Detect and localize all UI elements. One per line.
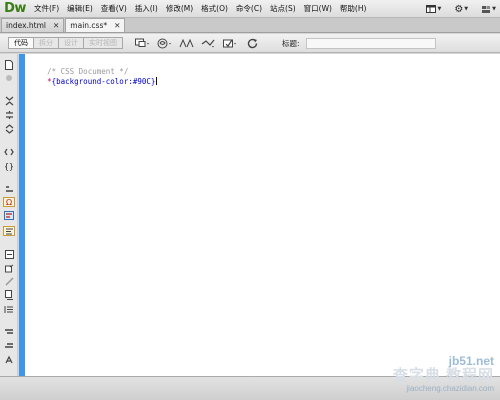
file-management-button[interactable]: [179, 37, 194, 49]
visual-aids-button[interactable]: [223, 37, 238, 49]
menu-help[interactable]: 帮助(H): [336, 3, 371, 14]
code-line-1: /* CSS Document */: [29, 57, 500, 76]
wrap-tag-button[interactable]: [3, 263, 15, 273]
watermark-brand: 查字典 教程网: [392, 367, 494, 384]
code-view-button[interactable]: 代码: [8, 37, 34, 49]
layout-button[interactable]: ▼: [426, 5, 441, 13]
highlight-invalid-code-button[interactable]: Ω: [3, 197, 15, 207]
parent-tag-icon: [4, 148, 14, 156]
refresh-button[interactable]: [245, 37, 260, 49]
gear-icon: ⚙: [454, 3, 464, 15]
balance-braces-button[interactable]: {}: [3, 161, 15, 171]
tab-label: main.css*: [70, 21, 108, 30]
format-source-icon: [5, 343, 13, 348]
visual-aids-icon: [223, 39, 236, 47]
menu-file[interactable]: 文件(F): [30, 3, 63, 14]
wrap-tag-icon: [4, 264, 13, 272]
multiscreen-icon: [135, 38, 149, 47]
multiscreen-button[interactable]: [135, 37, 150, 49]
live-view-button[interactable]: 实时视图: [83, 37, 123, 49]
move-css-button[interactable]: [3, 290, 15, 300]
line-numbers-button[interactable]: [3, 184, 15, 194]
line-numbers-icon: [5, 186, 13, 192]
menu-format[interactable]: 格式(O): [197, 3, 232, 14]
document-icon: [5, 60, 13, 70]
menu-commands[interactable]: 命令(C): [232, 3, 266, 14]
tab-index-html[interactable]: index.html ✕: [1, 18, 65, 32]
extend-icon: [482, 5, 491, 13]
syntax-alert-icon: [4, 210, 14, 220]
indent-icon: [4, 305, 13, 313]
close-icon[interactable]: ✕: [53, 21, 59, 30]
chevron-down-icon: ▼: [492, 6, 496, 12]
file-management-icon: [179, 38, 194, 47]
syntax-error-alerts-button[interactable]: [3, 210, 15, 220]
toolbar-icons: [135, 37, 260, 49]
document-toolbar: 代码 拆分 设计 实时视图 标题:: [0, 34, 500, 53]
menu-view[interactable]: 查看(V): [97, 3, 131, 14]
format-source-button[interactable]: [3, 341, 15, 351]
watermark: jb51.net 查字典 教程网 jiaocheng.chazidian.com: [354, 355, 494, 400]
text-cursor: [156, 77, 158, 85]
app-logo: Dw: [4, 1, 26, 16]
move-css-icon: [4, 290, 13, 300]
open-documents-button[interactable]: [3, 60, 15, 70]
tab-label: index.html: [6, 21, 46, 30]
omega-icon: Ω: [5, 197, 13, 207]
menu-site[interactable]: 站点(S): [266, 3, 300, 14]
view-mode-buttons: 代码 拆分 设计 实时视图: [8, 37, 123, 49]
navigator-icon: [6, 75, 12, 81]
menu-right-tools: ▼ ⚙ ▼ ▼: [426, 0, 496, 18]
menu-insert[interactable]: 插入(I): [131, 3, 162, 14]
title-label: 标题:: [282, 38, 300, 48]
tab-main-css[interactable]: main.css* ✕: [65, 18, 126, 32]
css-comment: /* CSS Document */: [47, 67, 129, 76]
apply-comment-button[interactable]: [3, 226, 15, 236]
indent-code-button[interactable]: [3, 304, 15, 314]
remove-comment-button[interactable]: [3, 249, 15, 259]
select-parent-tag-button[interactable]: [3, 147, 15, 157]
layout-icon: [426, 5, 437, 13]
globe-icon: [157, 38, 171, 48]
document-tab-bar: index.html ✕ main.css* ✕: [0, 18, 500, 33]
collapse-selection-button[interactable]: [3, 110, 15, 120]
coding-toolbar: {} Ω: [0, 54, 18, 376]
css-declaration: {background-color:#90C}: [51, 77, 156, 86]
refresh-icon: [247, 38, 257, 48]
remove-comment-icon: [4, 249, 14, 259]
watermark-site: jb51.net: [448, 354, 494, 368]
expand-all-button[interactable]: [3, 124, 15, 134]
comment-icon: [5, 228, 13, 235]
outdent-icon: [5, 329, 13, 334]
menu-bar: Dw 文件(F) 编辑(E) 查看(V) 插入(I) 修改(M) 格式(O) 命…: [0, 0, 500, 18]
settings-button[interactable]: ⚙ ▼: [454, 4, 468, 15]
extend-button[interactable]: ▼: [481, 5, 496, 14]
validate-icon: [201, 39, 215, 47]
collapse-tag-icon: [5, 96, 13, 106]
recent-snippets-button[interactable]: [3, 276, 15, 286]
expand-all-icon: [5, 124, 13, 134]
close-icon[interactable]: ✕: [114, 21, 120, 30]
chevron-down-icon: ▼: [437, 6, 442, 12]
menu-edit[interactable]: 编辑(E): [63, 3, 97, 14]
menu-window[interactable]: 窗口(W): [300, 3, 336, 14]
watermark-url: jiaocheng.chazidian.com: [406, 384, 494, 393]
collapse-selection-icon: [5, 111, 13, 119]
snippets-icon: [4, 276, 14, 286]
code-editor[interactable]: /* CSS Document */ *{background-color:#9…: [25, 54, 500, 376]
outdent-code-button[interactable]: [3, 327, 15, 337]
title-input[interactable]: [305, 37, 436, 49]
braces-icon: {}: [4, 161, 14, 171]
design-view-button[interactable]: 设计: [58, 37, 84, 49]
validate-markup-button[interactable]: [201, 37, 216, 49]
show-code-navigator-button[interactable]: [3, 73, 15, 83]
code-hint-button[interactable]: [3, 355, 15, 365]
code-hint-icon: [5, 355, 13, 364]
collapse-full-tag-button[interactable]: [3, 96, 15, 106]
split-view-button[interactable]: 拆分: [33, 37, 59, 49]
chevron-down-icon: ▼: [464, 6, 469, 12]
browser-preview-button[interactable]: [157, 37, 172, 49]
menu-modify[interactable]: 修改(M): [162, 3, 197, 14]
